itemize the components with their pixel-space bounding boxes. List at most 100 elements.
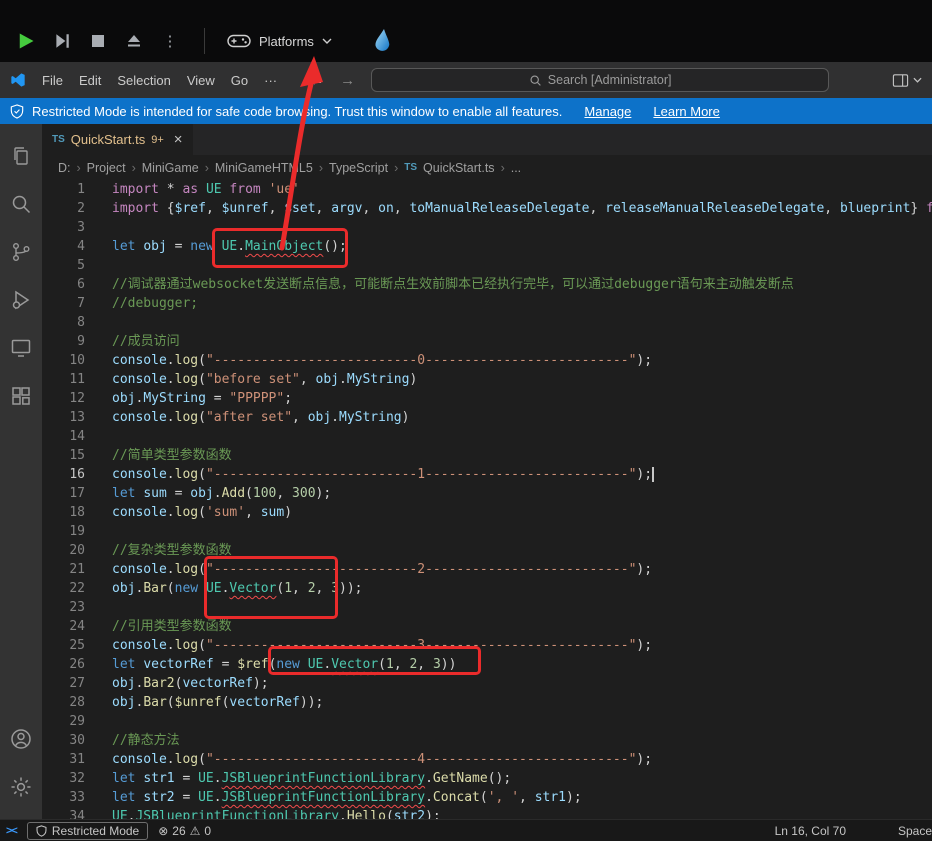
code-line[interactable]: 24//引用类型参数函数	[42, 617, 932, 636]
code-line[interactable]: 8	[42, 313, 932, 332]
code-line[interactable]: 15//简单类型参数函数	[42, 446, 932, 465]
sidebar-item-search[interactable]	[0, 180, 42, 228]
breadcrumb-item-file[interactable]: QuickStart.ts	[423, 161, 495, 175]
sidebar-item-extensions[interactable]	[0, 372, 42, 420]
manage-link[interactable]: Manage	[584, 104, 631, 119]
code-line[interactable]: 28obj.Bar($unref(vectorRef));	[42, 693, 932, 712]
code-line[interactable]: 4let obj = new UE.MainObject();	[42, 237, 932, 256]
code-line[interactable]: 21console.log("-------------------------…	[42, 560, 932, 579]
error-icon: ⊗	[158, 824, 168, 838]
stop-button[interactable]	[86, 29, 110, 53]
code-line[interactable]: 2import {$ref, $unref, $set, argv, on, t…	[42, 199, 932, 218]
customize-layout-button[interactable]	[892, 73, 922, 88]
line-number: 1	[42, 180, 85, 199]
line-number: 33	[42, 788, 85, 807]
menu-go[interactable]: Go	[223, 69, 256, 92]
code-line[interactable]: 10console.log("-------------------------…	[42, 351, 932, 370]
code-line[interactable]: 25console.log("-------------------------…	[42, 636, 932, 655]
breadcrumb-item[interactable]: MiniGameHTML5	[215, 161, 313, 175]
platforms-dropdown[interactable]: Platforms	[227, 33, 332, 49]
breadcrumb: D: › Project › MiniGame › MiniGameHTML5 …	[42, 155, 932, 180]
line-content: //debugger;	[112, 294, 198, 313]
code-line[interactable]: 7//debugger;	[42, 294, 932, 313]
eject-button[interactable]	[122, 29, 146, 53]
settings-button[interactable]	[0, 763, 42, 811]
code-line[interactable]: 1import * as UE from 'ue'	[42, 180, 932, 199]
line-number: 11	[42, 370, 85, 389]
code-line[interactable]: 5	[42, 256, 932, 275]
search-input[interactable]: Search [Administrator]	[371, 68, 829, 92]
problems-status[interactable]: ⊗ 26 ⚠ 0	[158, 824, 211, 838]
line-number: 34	[42, 807, 85, 819]
line-number: 22	[42, 579, 85, 598]
breadcrumb-item[interactable]: ...	[511, 161, 521, 175]
puerts-droplet-button[interactable]	[370, 28, 394, 54]
play-icon	[16, 31, 36, 51]
menu-selection[interactable]: Selection	[109, 69, 178, 92]
restricted-mode-label: Restricted Mode	[52, 824, 139, 838]
account-icon	[9, 727, 33, 751]
sidebar-item-run-debug[interactable]	[0, 276, 42, 324]
play-button[interactable]	[14, 29, 38, 53]
code-line[interactable]: 11 console.log("before set", obj.MyString…	[42, 370, 932, 389]
close-icon[interactable]: ×	[174, 131, 183, 148]
code-line[interactable]: 34UE.JSBlueprintFunctionLibrary.Hello(st…	[42, 807, 932, 819]
account-button[interactable]	[0, 715, 42, 763]
code-line[interactable]: 27obj.Bar2(vectorRef);	[42, 674, 932, 693]
code-line[interactable]: 29	[42, 712, 932, 731]
code-line[interactable]: 23	[42, 598, 932, 617]
line-number: 3	[42, 218, 85, 237]
line-number: 20	[42, 541, 85, 560]
code-line[interactable]: 13console.log("after set", obj.MyString)	[42, 408, 932, 427]
back-arrow-button[interactable]: ←	[309, 72, 324, 89]
line-number: 30	[42, 731, 85, 750]
tab-quickstart[interactable]: TS QuickStart.ts 9+ ×	[42, 124, 193, 155]
chevron-down-icon	[322, 38, 332, 44]
line-number: 15	[42, 446, 85, 465]
code-line[interactable]: 3	[42, 218, 932, 237]
code-line[interactable]: 33let str2 = UE.JSBlueprintFunctionLibra…	[42, 788, 932, 807]
line-content: console.log("--------------------------4…	[112, 750, 652, 769]
code-line[interactable]: 26let vectorRef = $ref(new UE.Vector(1, …	[42, 655, 932, 674]
remote-indicator[interactable]: ><	[6, 825, 17, 837]
sidebar-item-explorer[interactable]	[0, 132, 42, 180]
menu-view[interactable]: View	[179, 69, 223, 92]
code-line[interactable]: 14	[42, 427, 932, 446]
code-line[interactable]: 31console.log("-------------------------…	[42, 750, 932, 769]
code-line[interactable]: 19	[42, 522, 932, 541]
sidebar-item-remote-explorer[interactable]	[0, 324, 42, 372]
code-line[interactable]: 32let str1 = UE.JSBlueprintFunctionLibra…	[42, 769, 932, 788]
code-line[interactable]: 18console.log('sum', sum)	[42, 503, 932, 522]
restricted-mode-status[interactable]: Restricted Mode	[27, 822, 148, 840]
typescript-file-icon: TS	[404, 162, 417, 173]
forward-arrow-button[interactable]: →	[340, 72, 355, 89]
line-number: 10	[42, 351, 85, 370]
breadcrumb-item[interactable]: TypeScript	[329, 161, 388, 175]
line-number: 28	[42, 693, 85, 712]
menu-more[interactable]: ···	[256, 69, 285, 92]
warning-count: 0	[204, 824, 211, 838]
breadcrumb-item[interactable]: D:	[58, 161, 71, 175]
line-content: console.log("--------------------------3…	[112, 636, 652, 655]
breadcrumb-item[interactable]: MiniGame	[142, 161, 199, 175]
code-line[interactable]: 12obj.MyString = "PPPPP";	[42, 389, 932, 408]
code-line[interactable]: 16console.log("-------------------------…	[42, 465, 932, 484]
line-content: console.log("before set", obj.MyString)	[112, 370, 417, 389]
frame-skip-button[interactable]	[50, 29, 74, 53]
breadcrumb-separator: ›	[501, 161, 505, 175]
learn-more-link[interactable]: Learn More	[653, 104, 719, 119]
indentation-status[interactable]: Spaces	[898, 824, 932, 838]
code-line[interactable]: 22obj.Bar(new UE.Vector(1, 2, 3));	[42, 579, 932, 598]
cursor-position-status[interactable]: Ln 16, Col 70	[775, 824, 846, 838]
breadcrumb-item[interactable]: Project	[87, 161, 126, 175]
code-line[interactable]: 6//调试器通过websocket发送断点信息，可能断点生效前脚本已经执行完毕，…	[42, 275, 932, 294]
code-editor[interactable]: 1import * as UE from 'ue'2import {$ref, …	[42, 180, 932, 819]
menu-edit[interactable]: Edit	[71, 69, 109, 92]
sidebar-item-source-control[interactable]	[0, 228, 42, 276]
code-line[interactable]: 20//复杂类型参数函数	[42, 541, 932, 560]
code-line[interactable]: 9//成员访问	[42, 332, 932, 351]
code-line[interactable]: 30//静态方法	[42, 731, 932, 750]
code-line[interactable]: 17let sum = obj.Add(100, 300);	[42, 484, 932, 503]
menu-file[interactable]: File	[34, 69, 71, 92]
more-options-button[interactable]: ⋮	[158, 29, 182, 53]
